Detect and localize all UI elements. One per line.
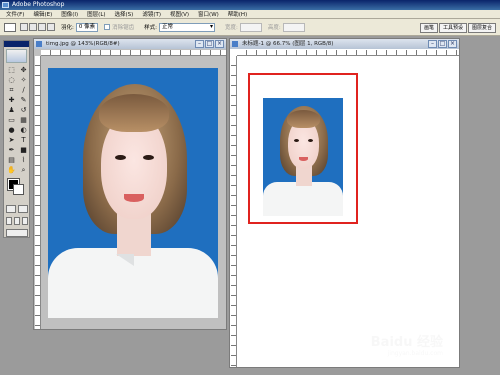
menu-image[interactable]: 图像(I) bbox=[61, 10, 78, 18]
menu-window[interactable]: 窗口(W) bbox=[198, 10, 219, 18]
magic-wand-tool-icon[interactable]: ✧ bbox=[18, 76, 29, 85]
intersect-selection-icon[interactable] bbox=[47, 23, 55, 31]
photo-fringe bbox=[99, 94, 169, 132]
slice-tool-icon[interactable]: ∕ bbox=[18, 86, 29, 95]
photoshop-feather-icon[interactable] bbox=[6, 49, 27, 63]
document-icon bbox=[232, 41, 238, 47]
document-titlebar[interactable]: 未标题-1 @ 66.7% (图层 1, RGB/8) – □ × bbox=[230, 39, 459, 49]
menu-filter[interactable]: 滤镜(T) bbox=[142, 10, 161, 18]
antialias-label: 消除锯齿 bbox=[112, 25, 135, 31]
marquee-preset-icon[interactable] bbox=[4, 22, 16, 32]
history-brush-icon[interactable]: ↺ bbox=[18, 106, 29, 115]
standard-mode-icon[interactable] bbox=[6, 205, 16, 213]
background-color-swatch[interactable] bbox=[13, 184, 24, 195]
palette-tab-brushes[interactable]: 画笔 bbox=[419, 23, 438, 33]
imageready-icon[interactable] bbox=[6, 229, 28, 237]
watermark-url: jingyan.baidu.com bbox=[387, 350, 443, 357]
document-title: 未标题-1 @ 66.7% (图层 1, RGB/8) bbox=[242, 41, 334, 47]
full-screen-menu-icon[interactable] bbox=[14, 217, 20, 225]
menu-help[interactable]: 帮助(H) bbox=[228, 10, 247, 18]
app-title: Adobe Photoshop bbox=[12, 1, 65, 8]
minimize-icon[interactable]: – bbox=[195, 40, 204, 48]
tool-grid: ⬚ ✥ ◌ ✧ ⌗ ∕ ✚ ✎ ♟ ↺ ▭ ▦ ● ◐ ➤ T ✒ ■ ▤ ⌇ … bbox=[4, 65, 29, 176]
menu-select[interactable]: 选择(S) bbox=[115, 10, 134, 18]
menu-file[interactable]: 文件(F) bbox=[6, 10, 24, 18]
crop-tool-icon[interactable]: ⌗ bbox=[6, 86, 17, 95]
document-window-untitled: 未标题-1 @ 66.7% (图层 1, RGB/8) – □ × Baidu … bbox=[229, 38, 460, 368]
height-input[interactable] bbox=[282, 22, 305, 32]
photo-mouth bbox=[124, 194, 144, 202]
eraser-tool-icon[interactable]: ▭ bbox=[6, 116, 17, 125]
path-select-icon[interactable]: ➤ bbox=[6, 136, 17, 145]
ruler-vertical bbox=[35, 56, 41, 329]
photo-right-eye bbox=[143, 155, 154, 160]
highlight-frame bbox=[248, 73, 358, 224]
dodge-tool-icon[interactable]: ◐ bbox=[18, 126, 29, 135]
menu-edit[interactable]: 编辑(E) bbox=[33, 10, 52, 18]
menu-bar: 文件(F) 编辑(E) 图像(I) 图层(L) 选择(S) 滤镜(T) 视图(V… bbox=[0, 10, 500, 19]
quick-mask-buttons bbox=[6, 205, 28, 213]
menu-view[interactable]: 视图(V) bbox=[170, 10, 189, 18]
pen-tool-icon[interactable]: ✒ bbox=[6, 146, 17, 155]
window-controls: – □ × bbox=[428, 40, 457, 48]
lasso-tool-icon[interactable]: ◌ bbox=[6, 76, 17, 85]
height-label: 高度: bbox=[267, 25, 281, 31]
shape-tool-icon[interactable]: ■ bbox=[18, 146, 29, 155]
blur-tool-icon[interactable]: ● bbox=[6, 126, 17, 135]
photo-collar bbox=[116, 254, 134, 266]
stamp-tool-icon[interactable]: ♟ bbox=[6, 106, 17, 115]
photoshop-icon bbox=[2, 2, 9, 8]
close-icon[interactable]: × bbox=[215, 40, 224, 48]
zoom-tool-icon[interactable]: ⌕ bbox=[18, 166, 29, 175]
document-icon bbox=[36, 41, 42, 47]
document-window-timg: timg.jpg @ 143%(RGB/8#) – □ × bbox=[33, 38, 227, 330]
marquee-tool-icon[interactable]: ⬚ bbox=[6, 66, 17, 75]
menu-layer[interactable]: 图层(L) bbox=[87, 10, 105, 18]
watermark-logo: Baidu 经验 bbox=[370, 335, 443, 350]
maximize-icon[interactable]: □ bbox=[438, 40, 447, 48]
new-selection-icon[interactable] bbox=[20, 23, 28, 31]
width-input[interactable] bbox=[239, 22, 262, 32]
quick-mask-mode-icon[interactable] bbox=[18, 205, 28, 213]
watermark: Baidu 经验 jingyan.baidu.com bbox=[371, 331, 443, 357]
selection-mode-group bbox=[20, 23, 55, 31]
document-titlebar[interactable]: timg.jpg @ 143%(RGB/8#) – □ × bbox=[34, 39, 226, 49]
type-tool-icon[interactable]: T bbox=[18, 136, 29, 145]
full-screen-icon[interactable] bbox=[22, 217, 28, 225]
notes-tool-icon[interactable]: ▤ bbox=[6, 156, 17, 165]
style-select[interactable]: 正常 bbox=[158, 22, 215, 32]
ruler-horizontal bbox=[237, 50, 459, 56]
close-icon[interactable]: × bbox=[448, 40, 457, 48]
document-title: timg.jpg @ 143%(RGB/8#) bbox=[46, 41, 120, 47]
feather-label: 羽化: bbox=[61, 25, 74, 31]
screen-mode-buttons bbox=[6, 217, 28, 225]
standard-screen-icon[interactable] bbox=[6, 217, 12, 225]
subtract-selection-icon[interactable] bbox=[38, 23, 46, 31]
width-label: 宽度: bbox=[224, 25, 238, 31]
ruler-horizontal bbox=[41, 50, 226, 56]
move-tool-icon[interactable]: ✥ bbox=[18, 66, 29, 75]
eyedropper-tool-icon[interactable]: ⌇ bbox=[18, 156, 29, 165]
hand-tool-icon[interactable]: ✋ bbox=[6, 166, 17, 175]
maximize-icon[interactable]: □ bbox=[205, 40, 214, 48]
photo-left-eye bbox=[115, 155, 126, 160]
gradient-tool-icon[interactable]: ▦ bbox=[18, 116, 29, 125]
jump-to-imageready bbox=[6, 229, 28, 237]
toolbox-header[interactable] bbox=[4, 41, 29, 47]
portrait-photo bbox=[48, 68, 218, 318]
minimize-icon[interactable]: – bbox=[428, 40, 437, 48]
window-controls: – □ × bbox=[195, 40, 224, 48]
brush-tool-icon[interactable]: ✎ bbox=[18, 96, 29, 105]
add-selection-icon[interactable] bbox=[29, 23, 37, 31]
palette-tab-layer-comps[interactable]: 图层复合 bbox=[467, 23, 496, 33]
palette-well: 画笔 工具预设 图层复合 bbox=[419, 23, 496, 33]
style-label: 样式: bbox=[144, 25, 157, 31]
healing-brush-icon[interactable]: ✚ bbox=[6, 96, 17, 105]
toolbox: ⬚ ✥ ◌ ✧ ⌗ ∕ ✚ ✎ ♟ ↺ ▭ ▦ ● ◐ ➤ T ✒ ■ ▤ ⌇ … bbox=[3, 40, 30, 238]
app-titlebar: Adobe Photoshop bbox=[0, 0, 500, 10]
antialias-checkbox[interactable] bbox=[104, 24, 111, 30]
feather-input[interactable]: 0 像素 bbox=[75, 22, 99, 32]
ruler-vertical bbox=[231, 56, 237, 367]
palette-tab-tool-presets[interactable]: 工具预设 bbox=[438, 23, 467, 33]
